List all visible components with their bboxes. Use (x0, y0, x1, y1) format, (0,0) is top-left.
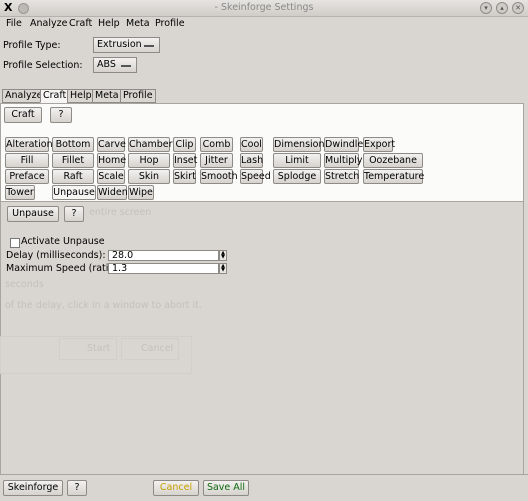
menu-profile[interactable]: Profile (155, 18, 185, 29)
profile-selection-label: Profile Selection: (3, 60, 83, 71)
menu-help[interactable]: Help (98, 18, 120, 29)
profile-type-label: Profile Type: (3, 40, 61, 51)
plugin-button-home[interactable]: Home (97, 153, 126, 168)
plugin-button-chamber[interactable]: Chamber (128, 137, 173, 152)
activate-unpause-label: Activate Unpause (21, 236, 105, 247)
craft-button[interactable]: Craft (4, 107, 42, 123)
plugin-button-comb[interactable]: Comb (200, 137, 233, 152)
unpause-help-button[interactable]: ? (64, 206, 84, 222)
tab-analyze[interactable]: Analyze (2, 89, 46, 103)
plugin-button-dwindle[interactable]: Dwindle (324, 137, 363, 152)
delay-spinner[interactable]: ▲ ▼ (219, 250, 227, 261)
plugin-button-speed[interactable]: Speed (240, 169, 271, 184)
plugin-button-oozebane[interactable]: Oozebane (363, 153, 423, 168)
tab-help[interactable]: Help (67, 89, 95, 103)
plugin-button-fillet[interactable]: Fillet (52, 153, 94, 168)
profile-selection-select[interactable]: ABS (93, 57, 137, 73)
plugin-button-carve[interactable]: Carve (97, 137, 126, 152)
plugin-button-inset[interactable]: Inset (173, 153, 197, 168)
dropdown-indicator-icon (144, 45, 154, 47)
skeinforge-help-button[interactable]: ? (67, 480, 87, 496)
plugin-button-scale[interactable]: Scale (97, 169, 125, 184)
profile-selection-value: ABS (97, 59, 116, 70)
activate-unpause-checkbox[interactable] (10, 238, 20, 248)
plugin-button-bottom[interactable]: Bottom (52, 137, 94, 152)
plugin-button-clip[interactable]: Clip (173, 137, 196, 152)
profile-type-value: Extrusion (97, 39, 142, 50)
plugin-button-limit[interactable]: Limit (273, 153, 321, 168)
plugin-button-preface[interactable]: Preface (5, 169, 49, 184)
max-speed-spinner[interactable]: ▲ ▼ (219, 263, 227, 274)
plugin-button-fill[interactable]: Fill (5, 153, 49, 168)
plugin-button-jitter[interactable]: Jitter (200, 153, 233, 168)
profile-type-select[interactable]: Extrusion (93, 37, 160, 53)
plugin-button-stretch[interactable]: Stretch (324, 169, 359, 184)
menu-bar: File Analyze Craft Help Meta Profile (0, 16, 528, 32)
plugin-button-multiply[interactable]: Multiply (324, 153, 363, 168)
plugin-button-tower[interactable]: Tower (5, 185, 35, 200)
ghost-start-label: Start (87, 343, 111, 354)
cancel-button[interactable]: Cancel (153, 480, 199, 496)
plugin-button-skin[interactable]: Skin (128, 169, 170, 184)
max-speed-label: Maximum Speed (ratio): (6, 263, 122, 274)
plugin-button-hop[interactable]: Hop (128, 153, 170, 168)
minimize-icon[interactable]: ▾ (480, 2, 492, 14)
plugin-button-splodge[interactable]: Splodge (273, 169, 321, 184)
tab-meta[interactable]: Meta (92, 89, 122, 103)
plugin-button-wipe[interactable]: Wipe (128, 185, 154, 200)
ghost-seconds-text: seconds (5, 279, 44, 290)
tab-profile[interactable]: Profile (120, 89, 156, 103)
unpause-button[interactable]: Unpause (7, 206, 59, 222)
delay-label: Delay (milliseconds): (6, 250, 106, 261)
plugin-button-temperature[interactable]: Temperature (363, 169, 424, 184)
menu-analyze[interactable]: Analyze (30, 18, 67, 29)
menu-file[interactable]: File (6, 18, 22, 29)
plugin-button-cool[interactable]: Cool (240, 137, 263, 152)
menu-meta[interactable]: Meta (126, 18, 150, 29)
title-bar: X - Skeinforge Settings ▾ ▴ ✕ (0, 0, 528, 17)
ghost-delay-hint: of the delay, click in a window to abort… (5, 300, 202, 311)
ghost-cancel-label: Cancel (141, 343, 174, 354)
menu-craft[interactable]: Craft (69, 18, 92, 29)
dropdown-indicator-icon (121, 65, 131, 67)
close-icon[interactable]: ✕ (512, 2, 524, 14)
delay-input[interactable]: 28.0 (108, 250, 219, 261)
plugin-button-raft[interactable]: Raft (52, 169, 94, 184)
craft-help-button[interactable]: ? (50, 107, 72, 123)
save-all-button[interactable]: Save All (203, 480, 249, 496)
plugin-button-alteration[interactable]: Alteration (5, 137, 53, 152)
ghost-screen-text: entire screen (89, 207, 152, 218)
plugin-button-export[interactable]: Export (363, 137, 395, 152)
plugin-button-lash[interactable]: Lash (240, 153, 263, 168)
maximize-icon[interactable]: ▴ (496, 2, 508, 14)
plugin-button-widen[interactable]: Widen (97, 185, 128, 200)
plugin-button-dimension[interactable]: Dimension (273, 137, 325, 152)
plugin-button-unpause[interactable]: Unpause (52, 185, 96, 200)
plugin-button-smooth[interactable]: Smooth (200, 169, 238, 184)
max-speed-input[interactable]: 1.3 (108, 263, 219, 274)
window-title: - Skeinforge Settings (214, 2, 314, 13)
plugin-button-skirt[interactable]: Skirt (173, 169, 196, 184)
tab-craft[interactable]: Craft (40, 89, 70, 103)
skeinforge-button[interactable]: Skeinforge (3, 480, 63, 496)
